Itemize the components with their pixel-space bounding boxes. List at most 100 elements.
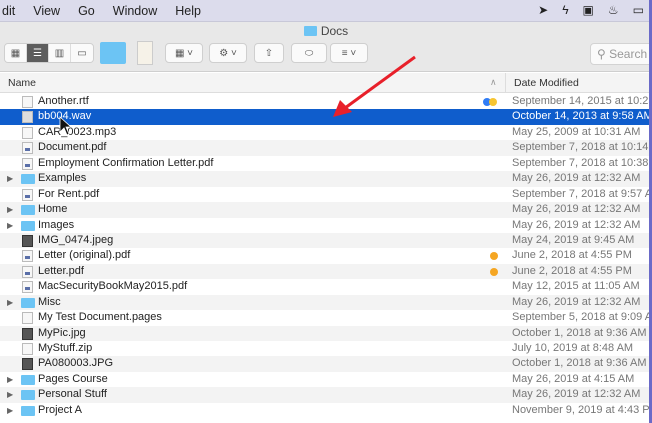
disclosure-triangle-icon[interactable]: ▶: [7, 171, 13, 186]
file-name: Personal Stuff: [38, 388, 107, 401]
date-modified: May 12, 2015 at 11:05 AM: [512, 280, 640, 293]
file-row[interactable]: IMG_0474.jpeg May 24, 2019 at 9:45 AM: [0, 232, 652, 249]
date-modified: July 10, 2019 at 8:48 AM: [512, 342, 634, 354]
folder-icon: [21, 297, 35, 308]
screen-record-icon[interactable]: ▣: [583, 3, 594, 17]
disclosure-triangle-icon[interactable]: ▶: [7, 295, 13, 310]
action-gear-button[interactable]: ⚙ ˅: [209, 43, 247, 63]
file-row[interactable]: MyPic.jpg October 1, 2018 at 9:36 AM: [0, 325, 652, 341]
file-name: Examples: [38, 172, 87, 185]
menu-view[interactable]: View: [24, 4, 69, 18]
pdf-file-icon: [22, 157, 33, 170]
file-row[interactable]: Another.rtf September 14, 2015 at 10:23 A…: [0, 94, 652, 109]
file-name: Misc: [38, 295, 61, 308]
tag-button[interactable]: ⬭: [291, 43, 327, 63]
sort-ascending-icon: ∧: [490, 77, 497, 87]
file-row[interactable]: Letter (original).pdf June 2, 2018 at 4:5…: [0, 248, 652, 263]
disclosure-triangle-icon[interactable]: ▶: [7, 202, 13, 217]
menu-bar: dit View Go Window Help ➤ ϟ ▣ ♨ ▭: [0, 0, 652, 22]
file-row[interactable]: ▶ Home May 26, 2019 at 12:32 AM: [0, 202, 652, 218]
file-row[interactable]: ▶ Personal Stuff May 26, 2019 at 12:32 AM: [0, 387, 652, 403]
date-modified: October 1, 2018 at 9:36 AM: [512, 357, 647, 370]
file-row[interactable]: MyStuff.zip July 10, 2019 at 8:48 AM: [0, 341, 652, 356]
folder-icon: [21, 205, 35, 216]
menu-edit[interactable]: dit: [0, 4, 24, 18]
file-row[interactable]: Employment Confirmation Letter.pdf Septem…: [0, 156, 652, 171]
pdf-file-icon: [22, 188, 33, 201]
location-icon[interactable]: ➤: [538, 3, 548, 17]
date-modified: May 26, 2019 at 12:32 AM: [512, 388, 641, 401]
date-modified: June 2, 2018 at 4:55 PM: [512, 264, 632, 277]
file-row[interactable]: CAR_0023.mp3 May 25, 2009 at 10:31 AM: [0, 125, 652, 140]
disclosure-triangle-icon[interactable]: ▶: [7, 387, 13, 402]
tag-yellow-icon: [489, 98, 497, 106]
document-preview-icon: [137, 41, 153, 65]
date-modified: November 9, 2019 at 4:43 PM: [512, 403, 652, 416]
file-name: Letter (original).pdf: [38, 249, 131, 262]
folder-icon: [21, 174, 35, 185]
gallery-view-button[interactable]: ▭: [71, 44, 93, 62]
menu-window[interactable]: Window: [104, 4, 166, 18]
pdf-file-icon: [22, 142, 33, 155]
menu-go[interactable]: Go: [69, 4, 104, 18]
date-modified: May 26, 2019 at 12:32 AM: [512, 172, 641, 185]
tag-orange-icon: [490, 267, 498, 276]
file-row[interactable]: ▶ Images May 26, 2019 at 12:32 AM: [0, 218, 652, 233]
pdf-file-icon: [22, 250, 33, 263]
disclosure-triangle-icon[interactable]: ▶: [7, 218, 13, 233]
file-name: Letter.pdf: [38, 264, 84, 277]
date-modified: June 2, 2018 at 4:55 PM: [512, 249, 632, 262]
file-row[interactable]: bb004.wav October 14, 2013 at 9:58 AM: [0, 109, 652, 125]
file-row[interactable]: ▶ Examples May 26, 2019 at 12:32 AM: [0, 171, 652, 187]
date-modified: September 7, 2018 at 10:14 AM: [512, 141, 652, 154]
disclosure-triangle-icon[interactable]: ▶: [7, 403, 13, 418]
column-view-button[interactable]: ▥: [49, 44, 71, 62]
flame-icon[interactable]: ♨: [608, 3, 619, 17]
file-row[interactable]: PA080003.JPG October 1, 2018 at 9:36 AM: [0, 356, 652, 372]
name-column-header[interactable]: Name: [8, 77, 36, 89]
date-modified: September 7, 2018 at 9:57 AM: [512, 187, 652, 200]
document-icon: [22, 312, 33, 325]
list-view-button[interactable]: ☰: [27, 44, 49, 62]
folder-icon: [21, 390, 35, 401]
airplay-icon[interactable]: ▭: [633, 3, 644, 17]
date-column-header[interactable]: Date Modified: [505, 73, 579, 93]
pdf-file-icon: [22, 281, 33, 294]
file-row[interactable]: ▶ Misc May 26, 2019 at 12:32 AM: [0, 294, 652, 311]
file-name: Home: [38, 203, 68, 216]
file-row[interactable]: ▶ Project A November 9, 2019 at 4:43 PM: [0, 403, 652, 418]
share-button[interactable]: ⇧: [254, 43, 284, 63]
file-name: For Rent.pdf: [38, 187, 100, 200]
folder-preview-icon: [100, 42, 126, 64]
search-icon: ⚲: [597, 47, 610, 61]
icon-view-button[interactable]: ▦: [5, 44, 27, 62]
date-modified: May 25, 2009 at 10:31 AM: [512, 125, 641, 138]
folder-icon: [21, 374, 35, 385]
disclosure-triangle-icon[interactable]: ▶: [7, 372, 13, 387]
group-button[interactable]: ▦ ˅: [165, 43, 203, 63]
menu-help[interactable]: Help: [166, 4, 210, 18]
search-field[interactable]: ⚲ Search: [590, 43, 652, 65]
file-list: Another.rtf September 14, 2015 at 10:23 A…: [0, 94, 652, 418]
tag-orange-icon: [490, 252, 498, 261]
file-name: Project A: [38, 403, 83, 416]
arrange-button[interactable]: ≡ ˅: [330, 43, 368, 63]
file-row[interactable]: Letter.pdf June 2, 2018 at 4:55 PM: [0, 263, 652, 280]
file-name: MyStuff.zip: [38, 342, 93, 354]
image-file-icon: [22, 234, 33, 247]
folder-icon: [303, 26, 317, 36]
file-name: IMG_0474.jpeg: [38, 233, 114, 246]
file-row[interactable]: Document.pdf September 7, 2018 at 10:14 A…: [0, 140, 652, 156]
file-row[interactable]: My Test Document.pages September 5, 2018 …: [0, 310, 652, 325]
date-modified: October 14, 2013 at 9:58 AM: [512, 110, 652, 123]
date-modified: May 26, 2019 at 4:15 AM: [512, 372, 635, 385]
folder-icon: [21, 405, 35, 416]
file-row[interactable]: MacSecurityBookMay2015.pdf May 12, 2015 a…: [0, 279, 652, 294]
file-row[interactable]: ▶ Pages Course May 26, 2019 at 4:15 AM: [0, 372, 652, 387]
audio-file-icon: [22, 111, 33, 124]
date-modified: May 26, 2019 at 12:32 AM: [512, 218, 641, 231]
file-row[interactable]: For Rent.pdf September 7, 2018 at 9:57 AM: [0, 187, 652, 202]
antivirus-icon[interactable]: ϟ: [562, 3, 568, 17]
date-modified: September 5, 2018 at 9:09 AM: [512, 311, 652, 324]
date-modified: May 24, 2019 at 9:45 AM: [512, 233, 635, 246]
